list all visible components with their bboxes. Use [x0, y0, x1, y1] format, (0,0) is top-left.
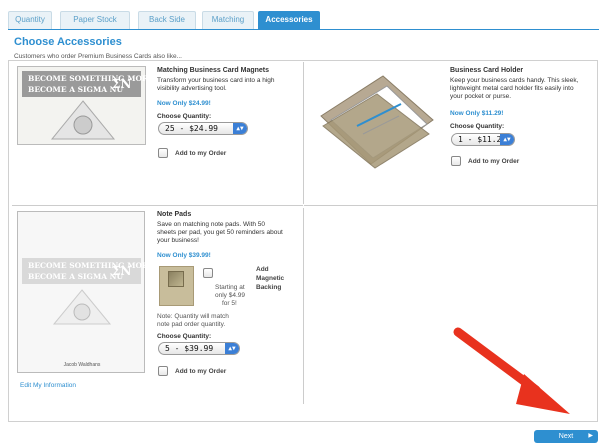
- magnets-description-1: Transform your business card into a high: [157, 77, 275, 84]
- magnets-price: Now Only $24.99!: [157, 100, 211, 107]
- magnetic-price-3: for 5!: [222, 300, 237, 307]
- magnetic-price-2: only $4.99: [215, 292, 245, 299]
- magnetic-backing-checkbox[interactable]: [203, 268, 213, 278]
- next-label: Next: [558, 433, 574, 440]
- magnet-banner-line2: BECOME A SIGMA NU: [28, 85, 124, 94]
- magnets-qty-value: 25 - $24.99: [165, 124, 218, 133]
- notepads-title: Note Pads: [157, 211, 192, 218]
- notepad-banner-line1: BECOME SOMETHING MORE: [28, 261, 154, 270]
- tab-matching[interactable]: Matching: [202, 11, 254, 29]
- tab-paper-stock[interactable]: Paper Stock: [60, 11, 130, 29]
- notepad-banner: BECOME SOMETHING MORE BECOME A SIGMA NU …: [22, 258, 154, 284]
- notepads-qty-value: 5 - $39.99: [165, 344, 214, 353]
- notepads-price: Now Only $39.99!: [157, 252, 211, 259]
- holder-qty-select[interactable]: 1 - $11.29 ▲▼: [451, 133, 515, 146]
- magnets-add-checkbox[interactable]: [158, 148, 168, 158]
- next-button[interactable]: Next ▶: [534, 430, 598, 443]
- magnet-banner-line1: BECOME SOMETHING MORE: [28, 74, 154, 83]
- magnetic-title-1: Add: [256, 266, 269, 273]
- magnets-qty-select[interactable]: 25 - $24.99 ▲▼: [158, 122, 248, 135]
- crest-image: [52, 289, 112, 325]
- chevron-updown-icon: ▲▼: [500, 134, 514, 145]
- edit-information-link[interactable]: Edit My Information: [20, 382, 76, 389]
- magnet-thumbnail: BECOME SOMETHING MORE BECOME A SIGMA NU …: [17, 66, 154, 145]
- notepads-qty-select[interactable]: 5 - $39.99 ▲▼: [158, 342, 240, 355]
- magnet-banner: BECOME SOMETHING MORE BECOME A SIGMA NU …: [22, 71, 154, 97]
- notepads-note-2: note pad order quantity.: [157, 321, 226, 328]
- tab-accessories[interactable]: Accessories: [258, 11, 320, 29]
- crest-image: [50, 100, 116, 140]
- magnetic-title-2: Magnetic: [256, 275, 285, 282]
- holder-description-1: Keep your business cards handy. This sle…: [450, 77, 579, 84]
- page-title: Choose Accessories: [14, 36, 122, 48]
- holder-title: Business Card Holder: [450, 67, 524, 74]
- notepads-add-label: Add to my Order: [175, 368, 227, 375]
- magnets-qty-label: Choose Quantity:: [157, 113, 212, 120]
- notepads-description-2: sheets per pad, you get 50 reminders abo…: [157, 229, 283, 236]
- greek-letters: ΣΝ: [112, 264, 132, 278]
- tab-back-side[interactable]: Back Side: [138, 11, 196, 29]
- notepad-banner-line2: BECOME A SIGMA NU: [28, 272, 124, 281]
- column-divider: [303, 208, 304, 404]
- tab-quantity[interactable]: Quantity: [8, 11, 52, 29]
- card-holder-image: [320, 75, 434, 169]
- red-arrow-icon: [453, 327, 570, 414]
- magnets-title: Matching Business Card Magnets: [157, 67, 270, 74]
- holder-add-label: Add to my Order: [468, 158, 520, 165]
- tab-divider: [8, 29, 599, 30]
- row-divider: [12, 205, 303, 206]
- notepad-thumbnail: BECOME SOMETHING MORE BECOME A SIGMA NU …: [17, 211, 154, 373]
- page-subtitle: Customers who order Premium Business Car…: [14, 53, 182, 60]
- holder-qty-label: Choose Quantity:: [450, 123, 505, 130]
- notepads-add-checkbox[interactable]: [158, 366, 168, 376]
- magnets-description-2: visibility advertising tool.: [157, 85, 227, 92]
- magnetic-title-3: Backing: [256, 284, 282, 291]
- magnetic-price-1: Starting at: [215, 284, 245, 291]
- row-divider: [304, 205, 598, 206]
- magnetic-backing-image: [159, 266, 194, 306]
- magnets-add-label: Add to my Order: [175, 150, 227, 157]
- holder-description-2: lightweight metal card holder fits easil…: [450, 85, 574, 92]
- play-arrow-icon: ▶: [588, 433, 593, 439]
- chevron-updown-icon: ▲▼: [225, 343, 239, 354]
- holder-qty-value: 1 - $11.29: [458, 135, 507, 144]
- notepads-qty-label: Choose Quantity:: [157, 333, 212, 340]
- notepad-caption: Jacob Waldhans: [63, 362, 101, 368]
- column-divider: [303, 62, 304, 204]
- notepads-description-1: Save on matching note pads. With 50: [157, 221, 266, 228]
- holder-description-3: your pocket or purse.: [450, 93, 512, 100]
- notepads-note-1: Note: Quantity will match: [157, 313, 229, 320]
- notepads-description-3: your business!: [157, 237, 199, 244]
- holder-price: Now Only $11.29!: [450, 110, 504, 117]
- greek-letters: ΣΝ: [112, 77, 132, 91]
- holder-add-checkbox[interactable]: [451, 156, 461, 166]
- chevron-updown-icon: ▲▼: [233, 123, 247, 134]
